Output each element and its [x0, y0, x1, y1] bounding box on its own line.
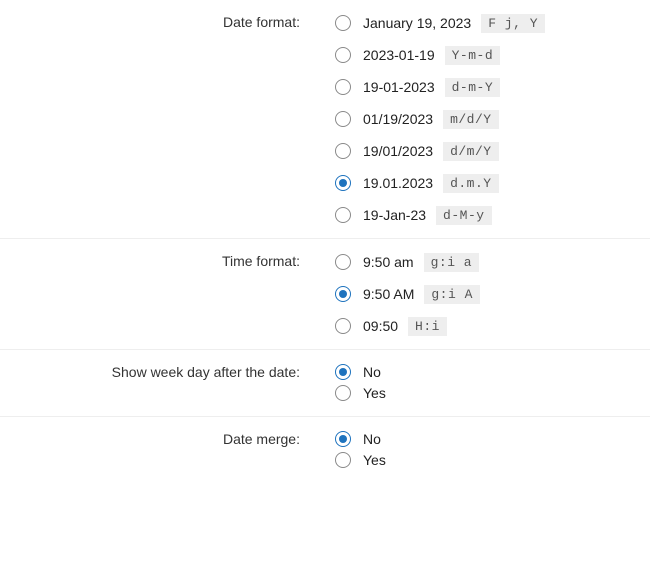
- option-line: No: [335, 362, 650, 382]
- format-code-badge: d/m/Y: [443, 142, 499, 161]
- option-text: 01/19/2023: [363, 111, 433, 127]
- show-week-day-radio[interactable]: [335, 385, 351, 401]
- option-line: 19/01/2023 d/m/Y: [335, 140, 650, 162]
- option-line: 9:50 am g:i a: [335, 251, 650, 273]
- option-line: 9:50 AM g:i A: [335, 283, 650, 305]
- format-code-badge: d.m.Y: [443, 174, 499, 193]
- date-format-radio[interactable]: [335, 143, 351, 159]
- option-line: 01/19/2023 m/d/Y: [335, 108, 650, 130]
- format-code-badge: d-M-y: [436, 206, 492, 225]
- date-format-radio[interactable]: [335, 79, 351, 95]
- option-text: January 19, 2023: [363, 15, 471, 31]
- date-format-radio[interactable]: [335, 175, 351, 191]
- setting-label: Show week day after the date:: [0, 362, 315, 404]
- options-col: No Yes: [315, 429, 650, 471]
- option-line: No: [335, 429, 650, 449]
- option-line: January 19, 2023 F j, Y: [335, 12, 650, 34]
- time-format-radio[interactable]: [335, 318, 351, 334]
- option-line: 2023-01-19 Y-m-d: [335, 44, 650, 66]
- date-merge-radio[interactable]: [335, 431, 351, 447]
- setting-row-time-format: Time format: 9:50 am g:i a 9:50 AM g:i A 09:5…: [0, 239, 650, 350]
- option-line: 19-01-2023 d-m-Y: [335, 76, 650, 98]
- option-text: Yes: [363, 452, 386, 468]
- format-code-badge: H:i: [408, 317, 447, 336]
- option-line: 19-Jan-23 d-M-y: [335, 204, 650, 226]
- option-text: 2023-01-19: [363, 47, 435, 63]
- setting-label: Date format:: [0, 12, 315, 226]
- option-text: No: [363, 364, 381, 380]
- setting-row-date-format: Date format: January 19, 2023 F j, Y 2023-0…: [0, 0, 650, 239]
- setting-label: Time format:: [0, 251, 315, 337]
- date-format-radio[interactable]: [335, 111, 351, 127]
- option-line: Yes: [335, 383, 650, 403]
- time-format-radio[interactable]: [335, 286, 351, 302]
- format-code-badge: g:i A: [424, 285, 480, 304]
- option-text: Yes: [363, 385, 386, 401]
- date-merge-radio[interactable]: [335, 452, 351, 468]
- option-line: 19.01.2023 d.m.Y: [335, 172, 650, 194]
- date-format-radio[interactable]: [335, 15, 351, 31]
- option-line: Yes: [335, 450, 650, 470]
- options-col: 9:50 am g:i a 9:50 AM g:i A 09:50 H:i: [315, 251, 650, 337]
- format-code-badge: g:i a: [424, 253, 480, 272]
- option-text: 9:50 AM: [363, 286, 414, 302]
- option-text: 19/01/2023: [363, 143, 433, 159]
- setting-row-date-merge: Date merge: No Yes: [0, 417, 650, 483]
- setting-label: Date merge:: [0, 429, 315, 471]
- date-format-radio[interactable]: [335, 207, 351, 223]
- option-line: 09:50 H:i: [335, 315, 650, 337]
- show-week-day-radio[interactable]: [335, 364, 351, 380]
- date-format-radio[interactable]: [335, 47, 351, 63]
- option-text: 9:50 am: [363, 254, 414, 270]
- option-text: 09:50: [363, 318, 398, 334]
- time-format-radio[interactable]: [335, 254, 351, 270]
- option-text: 19-01-2023: [363, 79, 435, 95]
- option-text: 19-Jan-23: [363, 207, 426, 223]
- format-code-badge: d-m-Y: [445, 78, 501, 97]
- format-code-badge: m/d/Y: [443, 110, 499, 129]
- option-text: 19.01.2023: [363, 175, 433, 191]
- option-text: No: [363, 431, 381, 447]
- format-code-badge: Y-m-d: [445, 46, 501, 65]
- setting-row-show-week-day: Show week day after the date: No Yes: [0, 350, 650, 417]
- format-code-badge: F j, Y: [481, 14, 545, 33]
- options-col: January 19, 2023 F j, Y 2023-01-19 Y-m-d 19-…: [315, 12, 650, 226]
- options-col: No Yes: [315, 362, 650, 404]
